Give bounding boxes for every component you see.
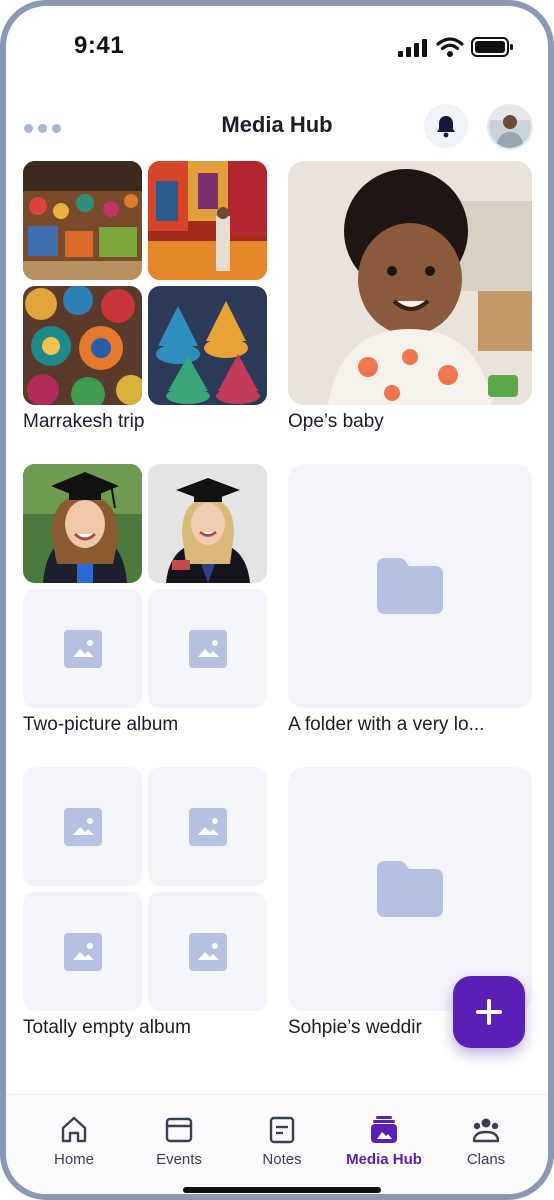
album-thumbnail-grid: [23, 161, 267, 405]
tab-label: Events: [156, 1151, 202, 1168]
album-photo: [23, 161, 142, 280]
cellular-signal-icon: [398, 39, 427, 57]
album-photo: [148, 161, 267, 280]
bottom-tab-bar: Home Events Notes Media Hub Clans: [6, 1094, 548, 1194]
album-title: A folder with a very lo...: [288, 714, 485, 735]
image-icon: [188, 807, 227, 846]
app-header: Media Hub: [6, 98, 548, 158]
add-button[interactable]: [453, 976, 525, 1048]
profile-avatar[interactable]: [487, 104, 533, 150]
image-placeholder: [148, 589, 267, 708]
image-icon: [63, 629, 102, 668]
note-icon: [269, 1116, 295, 1144]
image-icon: [63, 932, 102, 971]
tab-clans[interactable]: Clans: [441, 1113, 531, 1168]
tab-home[interactable]: Home: [29, 1113, 119, 1168]
tab-label: Clans: [466, 1151, 506, 1168]
album-photo: [23, 286, 142, 405]
image-placeholder: [148, 767, 267, 886]
tab-notes[interactable]: Notes: [237, 1113, 327, 1168]
tab-media-hub[interactable]: Media Hub: [339, 1113, 429, 1168]
folder-cover: [288, 464, 532, 708]
group-icon: [472, 1118, 500, 1143]
phone-frame: 9:41 Media Hub Marrakesh trip Ope’s baby…: [0, 0, 554, 1200]
album-photo: [148, 464, 267, 583]
album-title: Sohpie’s weddir: [288, 1017, 422, 1038]
album-cover-photo: [288, 161, 532, 405]
status-bar: 9:41: [6, 6, 548, 86]
battery-icon: [471, 37, 513, 57]
album-title: Two-picture album: [23, 714, 179, 735]
album-photo: [23, 464, 142, 583]
image-icon: [188, 629, 227, 668]
image-placeholder: [23, 892, 142, 1011]
image-placeholder: [23, 589, 142, 708]
plus-icon: [476, 999, 502, 1025]
album-thumbnail-grid: [23, 767, 267, 1011]
album-thumbnail-grid: [23, 464, 267, 708]
tab-label: Notes: [262, 1151, 302, 1168]
image-icon: [63, 807, 102, 846]
image-placeholder: [148, 892, 267, 1011]
status-time: 9:41: [74, 32, 125, 59]
folder-cover: [288, 767, 532, 1011]
media-hub-icon: [371, 1116, 397, 1143]
folder-icon: [377, 861, 443, 917]
notifications-button[interactable]: [424, 104, 468, 148]
tab-label: Media Hub: [346, 1151, 422, 1168]
album-photo: [148, 286, 267, 405]
album-title: Ope’s baby: [288, 411, 384, 432]
wifi-icon: [436, 37, 464, 57]
image-placeholder: [23, 767, 142, 886]
tab-label: Home: [53, 1151, 94, 1168]
image-icon: [188, 932, 227, 971]
home-indicator[interactable]: [183, 1187, 381, 1193]
bell-icon: [437, 116, 455, 138]
calendar-icon: [165, 1117, 193, 1143]
avatar-photo: [489, 106, 531, 148]
folder-icon: [377, 558, 443, 614]
home-icon: [61, 1116, 87, 1143]
tab-events[interactable]: Events: [134, 1113, 224, 1168]
album-title: Marrakesh trip: [23, 411, 145, 432]
album-title: Totally empty album: [23, 1017, 191, 1038]
